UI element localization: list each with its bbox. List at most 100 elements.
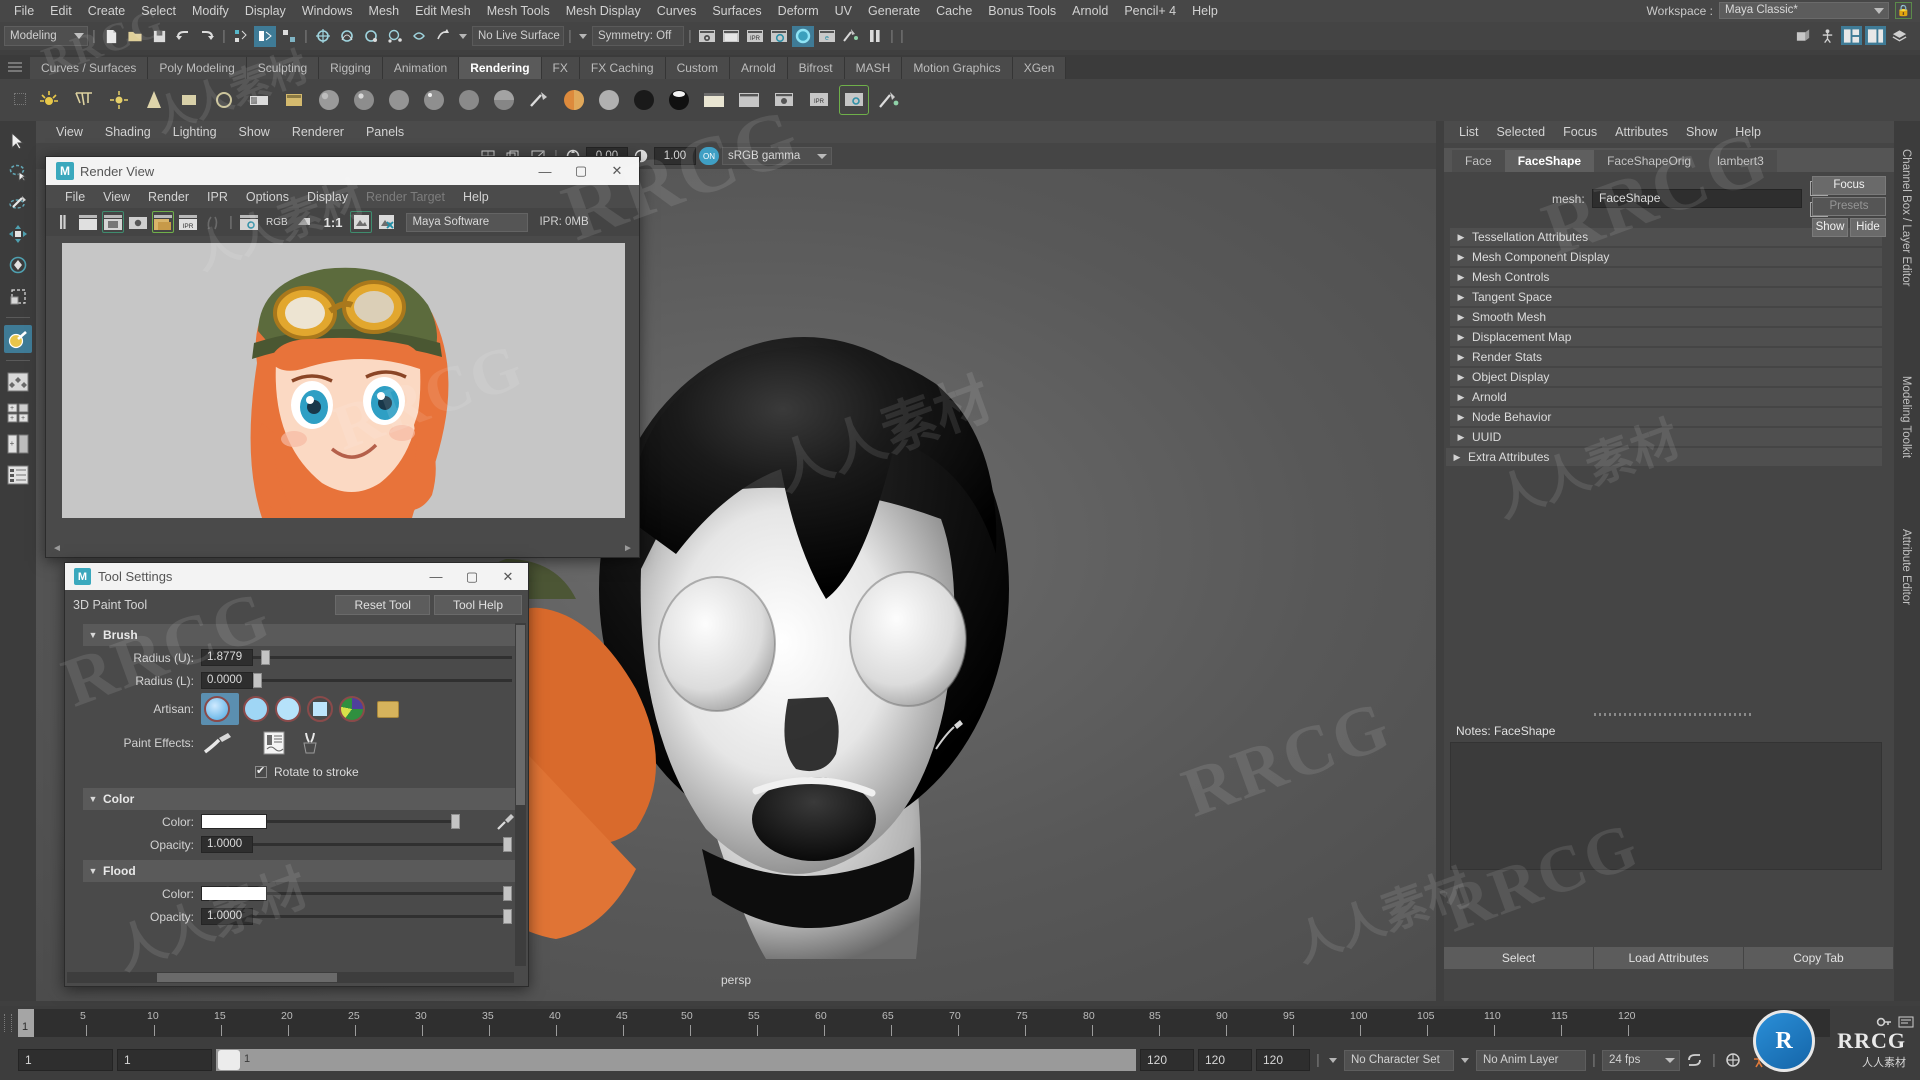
- paint-selection-tool-icon[interactable]: [4, 189, 32, 217]
- menuset-select[interactable]: Modeling: [4, 26, 88, 46]
- brush-jar-icon[interactable]: [295, 730, 325, 756]
- brush-preset-list-icon[interactable]: [259, 730, 289, 756]
- menu-surfaces[interactable]: Surfaces: [704, 2, 769, 20]
- paint-3d-tool-icon[interactable]: [4, 325, 32, 353]
- section-render-stats[interactable]: ▶ Render Stats: [1450, 348, 1882, 366]
- show-manipulator-icon[interactable]: [1793, 26, 1814, 45]
- section-uuid[interactable]: ▶ UUID: [1450, 428, 1882, 446]
- black-sphere-icon[interactable]: [629, 85, 659, 115]
- menu-cache[interactable]: Cache: [928, 2, 980, 20]
- ae-tab-faceshape[interactable]: FaceShape: [1504, 150, 1595, 172]
- four-view-layout-icon[interactable]: + + +: [4, 399, 32, 427]
- menu-select[interactable]: Select: [133, 2, 184, 20]
- blinn-sphere-icon[interactable]: [349, 85, 379, 115]
- anim-start-field[interactable]: 1: [117, 1049, 212, 1071]
- paint-brush-icon[interactable]: [201, 730, 235, 756]
- section-tangent-space[interactable]: ▶ Tangent Space: [1450, 288, 1882, 306]
- grey-sphere-icon[interactable]: [594, 85, 624, 115]
- shelf-tab-fx-caching[interactable]: FX Caching: [579, 57, 666, 79]
- viewport-menu-lighting[interactable]: Lighting: [163, 123, 227, 141]
- light-linking-icon[interactable]: [244, 85, 274, 115]
- color-value-slider[interactable]: [267, 813, 460, 830]
- time-slider[interactable]: 1 5 10 15 20 25 30 35 40 45 50 55 60 65 …: [0, 1006, 1920, 1040]
- dock-tab-attribute-editor[interactable]: Attribute Editor: [1900, 511, 1912, 623]
- ae-tab-faceshapeorig[interactable]: FaceShapeOrig: [1594, 150, 1705, 172]
- ipr-render-shelf-icon[interactable]: IPR: [804, 85, 834, 115]
- focus-button[interactable]: Focus: [1812, 176, 1886, 195]
- make-live-button[interactable]: [432, 26, 454, 47]
- dock-tab-modeling-toolkit[interactable]: Modeling Toolkit: [1900, 361, 1912, 473]
- shelf-tab-bifrost[interactable]: Bifrost: [787, 57, 845, 79]
- menu-mesh-tools[interactable]: Mesh Tools: [479, 2, 558, 20]
- anisotropic-sphere-icon[interactable]: [454, 85, 484, 115]
- range-end-field[interactable]: 120: [1256, 1049, 1310, 1071]
- render-current-frame-button[interactable]: [696, 26, 718, 47]
- menu-file[interactable]: File: [6, 2, 42, 20]
- shelf-tab-xgen[interactable]: XGen: [1012, 57, 1067, 79]
- zoom-ratio-label[interactable]: 1:1: [319, 215, 348, 230]
- viewport-menu-renderer[interactable]: Renderer: [282, 123, 354, 141]
- select-by-hierarchy-button[interactable]: [230, 26, 252, 47]
- slider-handle[interactable]: [503, 909, 512, 924]
- menu-deform[interactable]: Deform: [770, 2, 827, 20]
- render-settings-button[interactable]: [768, 26, 790, 47]
- shelf-tab-mash[interactable]: MASH: [844, 57, 903, 79]
- channel-box-layout-icon[interactable]: [1841, 26, 1862, 45]
- ipr-tune-region-icon[interactable]: [202, 211, 224, 233]
- render-settings-shelf-icon[interactable]: [839, 85, 869, 115]
- symmetry-field[interactable]: Symmetry: Off: [592, 26, 684, 46]
- menu-display[interactable]: Display: [237, 2, 294, 20]
- slider-handle[interactable]: [503, 886, 512, 901]
- outliner-layout-icon[interactable]: [4, 461, 32, 489]
- rv-menu-ipr[interactable]: IPR: [198, 188, 237, 206]
- volume-light-icon[interactable]: [209, 85, 239, 115]
- soft-brush-icon[interactable]: [243, 696, 269, 722]
- menu-windows[interactable]: Windows: [294, 2, 361, 20]
- chevron-down-icon[interactable]: [1326, 1050, 1340, 1070]
- shelf-tab-fx[interactable]: FX: [541, 57, 580, 79]
- lasso-tool-icon[interactable]: [4, 158, 32, 186]
- two-view-layout-icon[interactable]: +: [4, 430, 32, 458]
- ramp-shader-icon[interactable]: [489, 85, 519, 115]
- scrollbar-thumb[interactable]: [157, 973, 337, 982]
- phong-sphere-icon[interactable]: [419, 85, 449, 115]
- copy-tab-button[interactable]: Copy Tab: [1744, 947, 1894, 969]
- ae-menu-show[interactable]: Show: [1677, 123, 1726, 141]
- select-by-object-button[interactable]: [254, 25, 276, 47]
- light-editor-shelf-icon[interactable]: [874, 85, 904, 115]
- pause-render-icon[interactable]: [52, 211, 74, 233]
- anim-layer-field[interactable]: No Anim Layer: [1476, 1049, 1586, 1071]
- render-current-frame-icon[interactable]: [102, 211, 124, 233]
- attribute-editor-layout-icon[interactable]: [1865, 26, 1886, 45]
- menu-edit[interactable]: Edit: [42, 2, 80, 20]
- shelf-tab-arnold[interactable]: Arnold: [729, 57, 788, 79]
- radius-u-slider[interactable]: [253, 649, 512, 666]
- tool-settings-title-bar[interactable]: M Tool Settings — ▢ ✕: [65, 563, 528, 590]
- single-view-layout-icon[interactable]: [4, 368, 32, 396]
- paint-3d-texture-icon[interactable]: [524, 85, 554, 115]
- range-handle-left[interactable]: [218, 1050, 240, 1070]
- flood-color-swatch[interactable]: [201, 886, 267, 901]
- current-time-indicator[interactable]: 1: [18, 1009, 34, 1037]
- section-node-behavior[interactable]: ▶ Node Behavior: [1450, 408, 1882, 426]
- section-arnold[interactable]: ▶ Arnold: [1450, 388, 1882, 406]
- shelf-tab-rendering[interactable]: Rendering: [459, 57, 542, 79]
- rotate-tool-icon[interactable]: [4, 251, 32, 279]
- snap-to-projected-center-button[interactable]: [384, 26, 406, 47]
- slider-handle[interactable]: [451, 814, 460, 829]
- rv-menu-file[interactable]: File: [56, 188, 94, 206]
- flood-section-header[interactable]: ▼ Flood: [83, 860, 518, 882]
- ae-tab-lambert3[interactable]: lambert3: [1704, 150, 1777, 172]
- layers-icon[interactable]: [1889, 26, 1910, 45]
- snapshot-icon[interactable]: [127, 211, 149, 233]
- file-texture-icon[interactable]: [699, 85, 729, 115]
- snap-to-point-button[interactable]: [360, 26, 382, 47]
- animation-preferences-icon[interactable]: [1722, 1049, 1744, 1071]
- rotate-to-stroke-checkbox[interactable]: [255, 764, 267, 778]
- brush-section-header[interactable]: ▼ Brush: [83, 624, 518, 646]
- playback-speed-select[interactable]: 24 fps: [1602, 1049, 1680, 1071]
- ae-menu-list[interactable]: List: [1450, 123, 1487, 141]
- spot-light-icon[interactable]: [139, 85, 169, 115]
- mesh-name-field[interactable]: FaceShape: [1592, 189, 1802, 208]
- scroll-left-icon[interactable]: ◄: [52, 543, 62, 554]
